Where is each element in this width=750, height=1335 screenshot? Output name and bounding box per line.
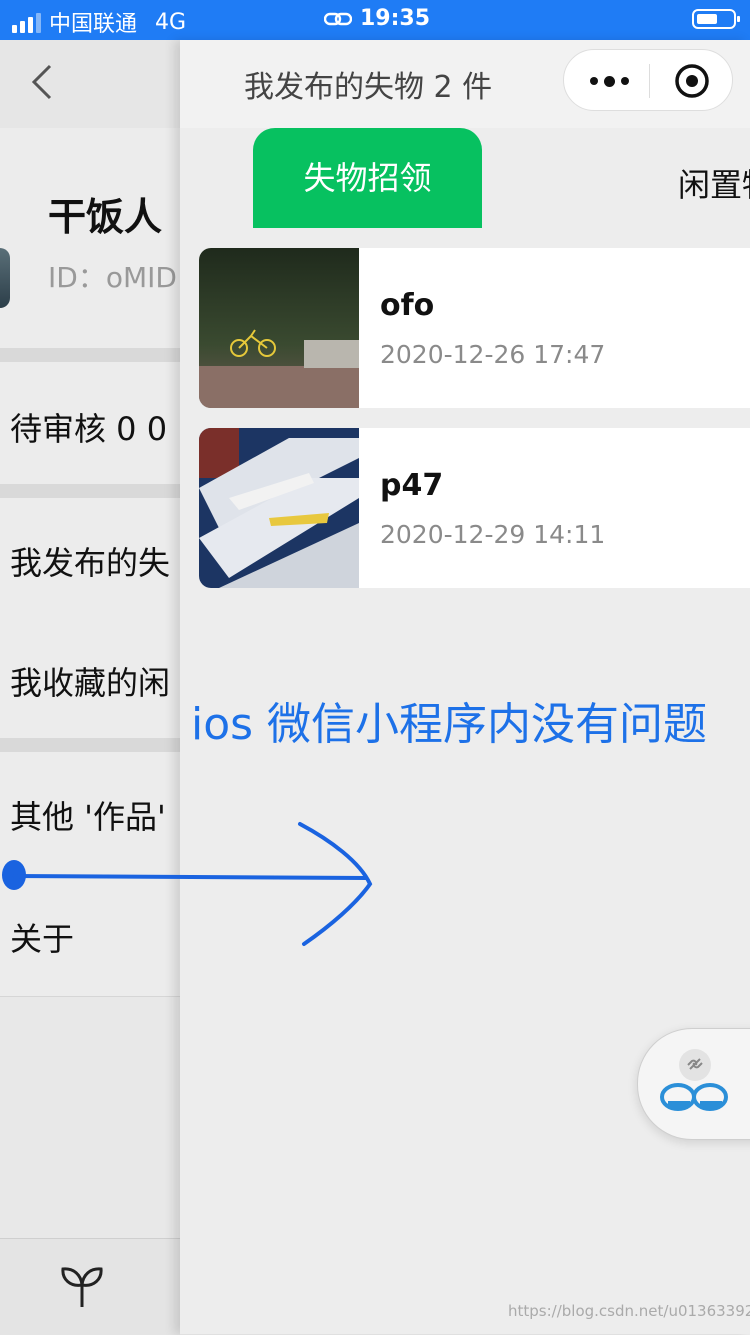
signal-icon: [12, 11, 41, 33]
background-page: 干饭人 ID：oMID 待审核 0 0 我发布的失 我收藏的闲 其他 '作品' …: [0, 40, 180, 1335]
menu-item-label: 关于: [10, 920, 75, 958]
item-date: 2020-12-29 14:11: [380, 520, 606, 549]
floating-share-button[interactable]: [637, 1028, 750, 1140]
divider: [0, 738, 180, 752]
item-date: 2020-12-26 17:47: [380, 340, 606, 369]
menu-item-label: 我收藏的闲: [10, 664, 171, 702]
carrier-label: 中国联通: [49, 12, 138, 37]
page-title: 我发布的失物 2 件: [244, 70, 493, 105]
back-arrow-icon[interactable]: [30, 62, 54, 102]
tab-idle-items[interactable]: 闲置物: [678, 160, 750, 206]
foreground-page: 我发布的失物 2 件 失物招领 闲置物 ofo 2020-: [180, 40, 750, 1334]
watermark: https://blog.csdn.net/u013633921: [508, 1302, 750, 1320]
capsule-divider: [649, 64, 650, 98]
menu-item-my-lost[interactable]: 我发布的失: [0, 498, 180, 619]
item-title: p47: [380, 468, 444, 503]
sprout-icon[interactable]: [60, 1263, 104, 1309]
menu-item-pending[interactable]: 待审核 0 0: [0, 362, 180, 485]
divider: [0, 348, 180, 362]
menu-item-about[interactable]: 关于: [0, 874, 180, 997]
battery-icon: [692, 9, 740, 29]
back-navbar: [0, 40, 180, 128]
divider: [0, 484, 180, 498]
close-target-icon[interactable]: [674, 63, 710, 99]
annotation-text: ios 微信小程序内没有问题: [191, 699, 708, 750]
status-bar: 中国联通 4G 19:35: [0, 0, 750, 40]
navbar: 我发布的失物 2 件: [180, 40, 750, 128]
miniprogram-capsule: [563, 49, 733, 111]
tab-bar: [0, 1238, 180, 1335]
status-center: 19:35: [324, 6, 430, 31]
menu-item-label: 其他 '作品': [10, 798, 166, 836]
list-item[interactable]: p47 2020-12-29 14:11: [199, 428, 750, 588]
link-icon: [324, 12, 352, 25]
avatar: [0, 248, 10, 308]
profile-id: ID：oMID: [48, 261, 177, 294]
item-title: ofo: [380, 288, 435, 323]
cloud-link-icon: [660, 1049, 728, 1111]
network-label: 4G: [155, 9, 187, 35]
profile-card: 干饭人 ID：oMID: [0, 128, 180, 348]
status-time: 19:35: [360, 6, 431, 31]
item-photo: [199, 248, 359, 408]
menu-item-label: 待审核 0 0: [10, 410, 168, 448]
menu-item-my-favorites[interactable]: 我收藏的闲: [0, 618, 180, 739]
tab-lost-found[interactable]: 失物招领: [253, 128, 482, 228]
profile-name: 干饭人: [48, 195, 163, 239]
more-icon[interactable]: [590, 75, 629, 87]
list-item[interactable]: ofo 2020-12-26 17:47: [199, 248, 750, 408]
menu-item-label: 我发布的失: [10, 544, 171, 582]
item-photo: [199, 428, 359, 588]
status-left: 中国联通 4G: [12, 6, 186, 38]
menu-item-other[interactable]: 其他 '作品': [0, 752, 180, 875]
